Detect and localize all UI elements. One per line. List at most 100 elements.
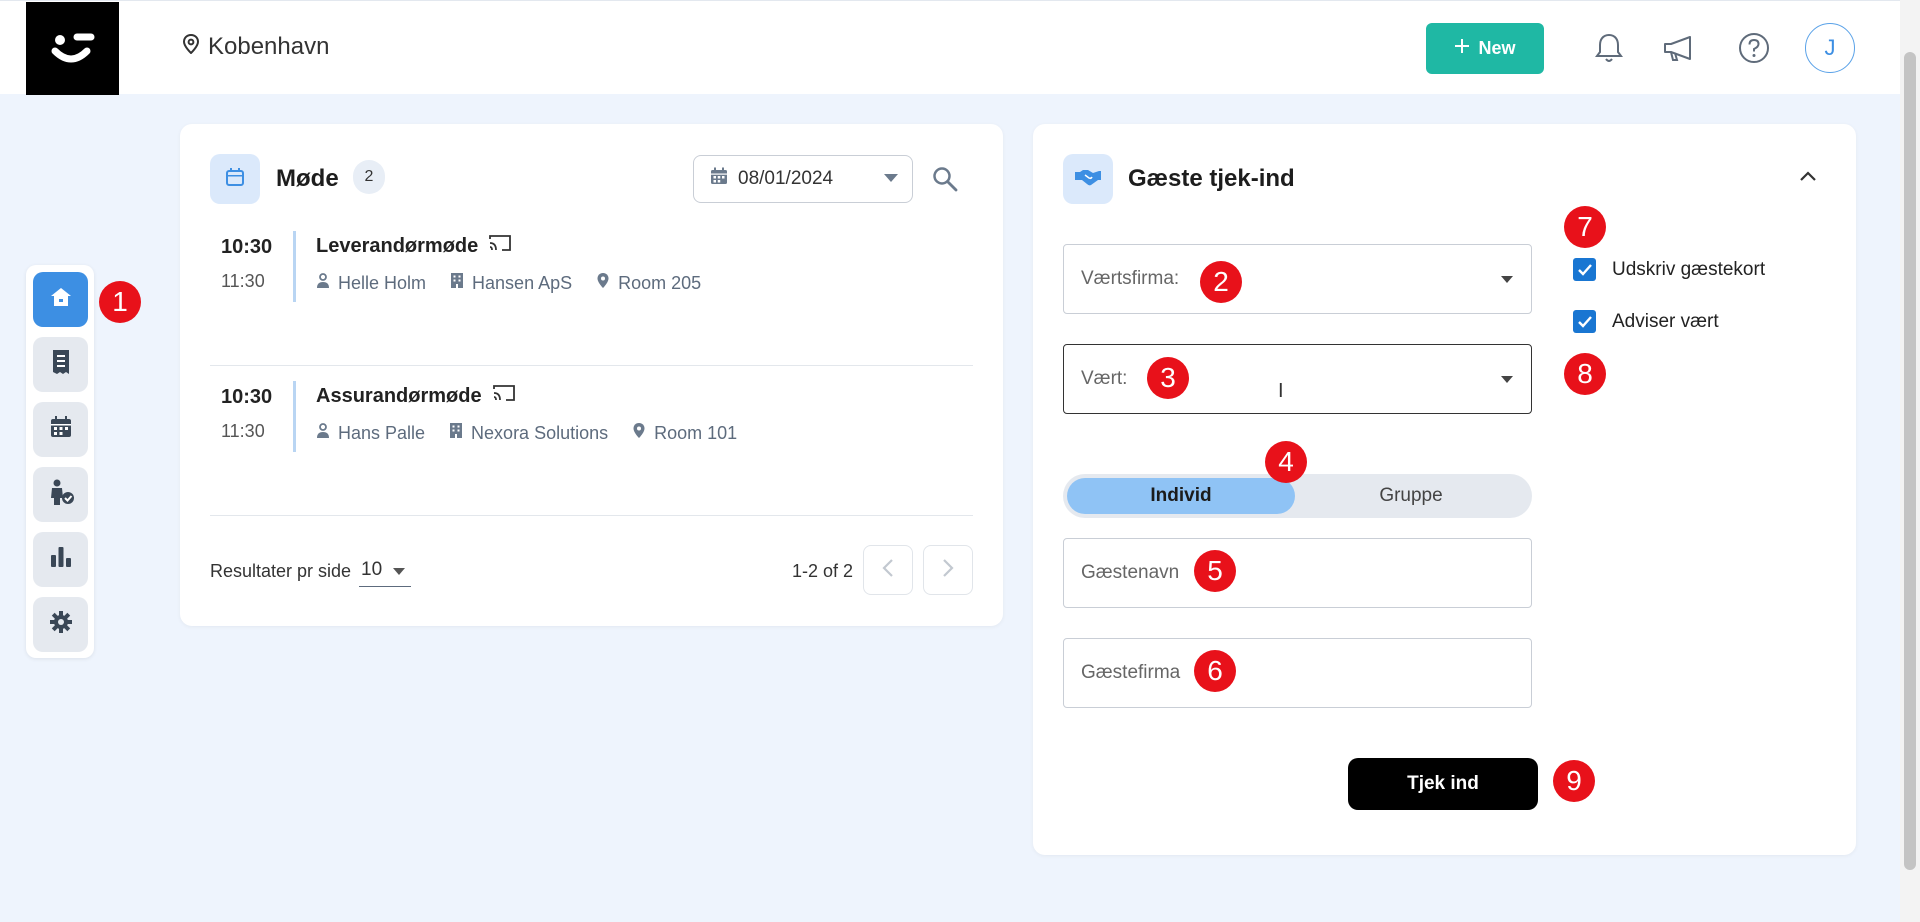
cast-icon	[492, 383, 516, 409]
meeting-title: Assurandørmøde	[316, 384, 482, 407]
building-icon	[450, 272, 464, 294]
annotation-marker-9: 9	[1553, 760, 1595, 802]
meeting-end-time: 11:30	[221, 271, 265, 291]
meeting-host: Helle Holm	[338, 272, 427, 293]
nav-reports[interactable]	[33, 532, 88, 587]
search-icon[interactable]	[932, 166, 960, 194]
notify-host-checkbox[interactable]: Adviser vært	[1573, 310, 1719, 333]
per-page-select[interactable]: 10	[359, 554, 411, 587]
host-company-select[interactable]: Værtsfirma:	[1063, 244, 1532, 314]
guest-company-placeholder: Gæstefirma	[1081, 662, 1181, 683]
meeting-meta: Hans Palle Nexora Solutions Room 101	[316, 422, 737, 444]
nav-visitor-check[interactable]	[33, 467, 88, 522]
prev-page-button[interactable]	[863, 545, 913, 595]
toggle-individual[interactable]: Individ	[1067, 478, 1295, 514]
guest-type-toggle[interactable]: Individ Gruppe	[1063, 474, 1532, 518]
nav-home[interactable]	[33, 272, 88, 327]
pager-range: 1-2 of 2	[792, 561, 854, 581]
checkin-tile	[1063, 154, 1113, 204]
chevron-down-icon	[1501, 376, 1513, 383]
guest-company-input[interactable]: Gæstefirma	[1063, 638, 1532, 708]
cast-icon	[488, 233, 512, 259]
guest-checkin-card: Gæste tjek-ind Værtsfirma: Vært: Individ…	[1033, 124, 1856, 855]
meeting-row[interactable]: 10:30 11:30 Assurandørmøde Hans Palle Ne…	[210, 366, 973, 516]
meetings-title: Møde	[276, 165, 339, 192]
annotation-marker-7: 7	[1564, 206, 1606, 248]
host-label: Vært:	[1081, 368, 1128, 389]
help-icon[interactable]	[1735, 29, 1773, 67]
calendar-icon	[710, 167, 728, 191]
scrollbar-thumb[interactable]	[1904, 52, 1916, 870]
user-avatar[interactable]: J	[1805, 23, 1855, 73]
chevron-down-icon	[393, 568, 405, 575]
notify-host-label: Adviser vært	[1612, 310, 1719, 332]
megaphone-icon[interactable]	[1660, 29, 1698, 67]
date-picker[interactable]: 08/01/2024	[693, 155, 913, 203]
per-page-label: Resultater pr side	[210, 561, 352, 581]
location-selector[interactable]: Kobenhavn	[182, 33, 329, 61]
handshake-icon	[1074, 167, 1102, 192]
nav-settings[interactable]	[33, 597, 88, 652]
plus-icon	[1454, 38, 1470, 59]
annotation-marker-3: 3	[1147, 357, 1189, 399]
nav-calendar[interactable]	[33, 402, 88, 457]
person-check-icon	[47, 478, 75, 511]
annotation-marker-5: 5	[1194, 550, 1236, 592]
new-button[interactable]: New	[1426, 23, 1544, 74]
print-badge-checkbox[interactable]: Udskriv gæstekort	[1573, 258, 1765, 281]
location-pin-icon	[632, 422, 646, 444]
location-pin-icon	[182, 33, 200, 61]
app-logo[interactable]	[26, 2, 119, 95]
top-bar: Kobenhavn New J	[0, 0, 1900, 95]
location-pin-icon	[596, 272, 610, 294]
check-in-button[interactable]: Tjek ind	[1348, 758, 1538, 810]
annotation-marker-8: 8	[1564, 353, 1606, 395]
checkin-title: Gæste tjek-ind	[1128, 165, 1295, 192]
meeting-title-row: Assurandørmøde	[316, 383, 516, 409]
meetings-card: Møde 2 08/01/2024 10:30 11:30 Leverandør…	[180, 124, 1003, 626]
chevron-down-icon	[884, 174, 898, 182]
annotation-marker-1: 1	[99, 281, 141, 323]
meeting-room: Room 205	[618, 272, 702, 293]
chevron-up-icon[interactable]	[1799, 169, 1817, 187]
calendar-icon	[49, 415, 73, 444]
receipt-icon	[51, 349, 71, 380]
bell-icon[interactable]	[1590, 29, 1628, 67]
side-nav	[26, 265, 94, 658]
meeting-host: Hans Palle	[338, 422, 426, 443]
time-divider	[293, 231, 296, 302]
row-divider	[210, 515, 973, 516]
meeting-count-badge: 2	[353, 160, 385, 194]
page-scrollbar[interactable]	[1900, 0, 1920, 922]
bar-chart-icon	[50, 546, 72, 573]
person-icon	[316, 272, 330, 294]
meeting-tile	[210, 154, 260, 204]
date-value: 08/01/2024	[738, 168, 834, 189]
chevron-left-icon	[882, 558, 894, 583]
toggle-group[interactable]: Gruppe	[1297, 478, 1525, 514]
chevron-right-icon	[942, 558, 954, 583]
guest-name-placeholder: Gæstenavn	[1081, 562, 1180, 583]
host-select[interactable]: Vært:	[1063, 344, 1532, 414]
nav-receipts[interactable]	[33, 337, 88, 392]
guest-name-input[interactable]: Gæstenavn	[1063, 538, 1532, 608]
meeting-row[interactable]: 10:30 11:30 Leverandørmøde Helle Holm Ha…	[210, 216, 973, 366]
meeting-title-row: Leverandørmøde	[316, 233, 512, 259]
meeting-room: Room 101	[654, 422, 738, 443]
meeting-company: Nexora Solutions	[471, 422, 609, 443]
per-page-value: 10	[361, 559, 383, 580]
person-icon	[316, 422, 330, 444]
checkbox-checked-icon[interactable]	[1573, 258, 1596, 281]
annotation-marker-2: 2	[1200, 261, 1242, 303]
next-page-button[interactable]	[923, 545, 973, 595]
chevron-down-icon	[1501, 276, 1513, 283]
meeting-start-time: 10:30	[221, 386, 273, 408]
meeting-end-time: 11:30	[221, 421, 265, 441]
meeting-start-time: 10:30	[221, 236, 273, 258]
building-icon	[449, 422, 463, 444]
checkbox-checked-icon[interactable]	[1573, 310, 1596, 333]
time-divider	[293, 381, 296, 452]
annotation-marker-4: 4	[1265, 441, 1307, 483]
text-cursor-icon: I	[1278, 380, 1284, 402]
meeting-title: Leverandørmøde	[316, 234, 479, 257]
